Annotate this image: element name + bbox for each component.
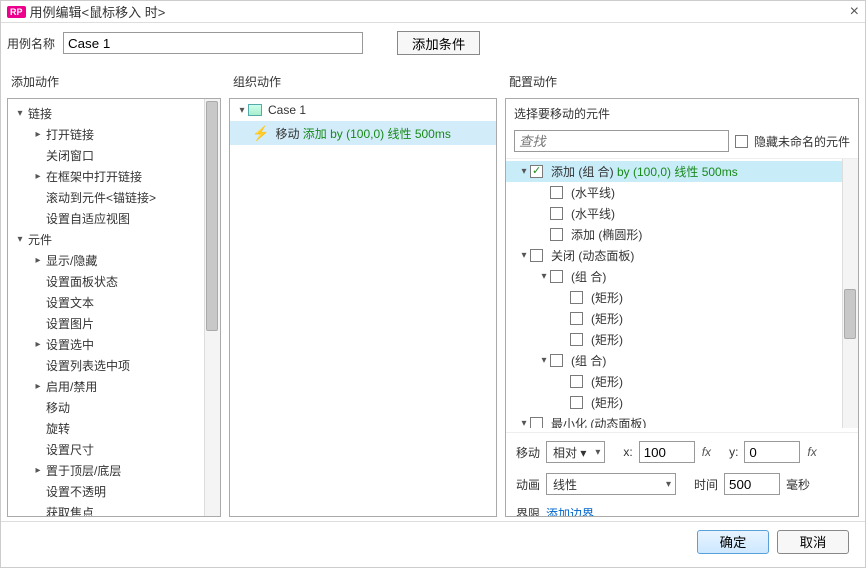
- item-checkbox[interactable]: [570, 291, 583, 304]
- item-checkbox[interactable]: [550, 270, 563, 283]
- x-input[interactable]: [639, 441, 695, 463]
- hide-unnamed-label: 隐藏未命名的元件: [754, 133, 850, 150]
- item-checkbox[interactable]: [530, 417, 543, 428]
- item-checkbox[interactable]: [550, 228, 563, 241]
- item-checkbox[interactable]: [550, 207, 563, 220]
- tree-item[interactable]: 打开链接: [8, 124, 220, 145]
- tree-item[interactable]: 启用/禁用: [8, 376, 220, 397]
- cfg-subhead: 选择要移动的元件: [506, 99, 858, 128]
- scrollbar[interactable]: [842, 159, 858, 428]
- cfg-tree-item[interactable]: (矩形): [506, 329, 858, 350]
- case-label: Case 1: [268, 103, 306, 117]
- cfg-tree-item[interactable]: (矩形): [506, 392, 858, 413]
- item-checkbox[interactable]: [550, 186, 563, 199]
- y-label: y:: [729, 445, 738, 459]
- cfg-tree-item[interactable]: (矩形): [506, 308, 858, 329]
- item-checkbox[interactable]: [570, 312, 583, 325]
- move-mode-select[interactable]: 相对 ▾: [546, 441, 605, 463]
- scrollbar[interactable]: [204, 99, 220, 516]
- cfg-tree-item[interactable]: (组 合): [506, 266, 858, 287]
- y-input[interactable]: [744, 441, 800, 463]
- search-input[interactable]: [514, 130, 729, 152]
- item-checkbox[interactable]: [530, 165, 543, 178]
- action-row[interactable]: ⚡ 移动 添加 by (100,0) 线性 500ms: [230, 121, 496, 145]
- tree-item[interactable]: 滚动到元件<锚链接>: [8, 187, 220, 208]
- ok-button[interactable]: 确定: [697, 530, 769, 554]
- org-panel: Case 1 ⚡ 移动 添加 by (100,0) 线性 500ms: [229, 98, 497, 517]
- tree-item[interactable]: 设置不透明: [8, 481, 220, 502]
- item-checkbox[interactable]: [550, 354, 563, 367]
- tree-item[interactable]: 设置列表选中项: [8, 355, 220, 376]
- bolt-icon: ⚡: [252, 125, 269, 142]
- cfg-tree-item[interactable]: (水平线): [506, 203, 858, 224]
- time-label: 时间: [694, 476, 718, 493]
- tree-item[interactable]: 设置尺寸: [8, 439, 220, 460]
- add-bounds-link[interactable]: 添加边界: [546, 505, 594, 517]
- tree-item[interactable]: 在框架中打开链接: [8, 166, 220, 187]
- time-input[interactable]: [724, 473, 780, 495]
- tree-item[interactable]: 关闭窗口: [8, 145, 220, 166]
- anim-mode-select[interactable]: 线性: [546, 473, 676, 495]
- bounds-label: 界限: [516, 505, 540, 517]
- cfg-tree-item[interactable]: (矩形): [506, 287, 858, 308]
- move-label: 移动: [516, 444, 540, 461]
- tree-item[interactable]: 元件: [8, 229, 220, 250]
- tree-item[interactable]: 移动: [8, 397, 220, 418]
- case-name-input[interactable]: [63, 32, 363, 54]
- action-name: 移动: [275, 125, 299, 142]
- tree-item[interactable]: 置于顶层/底层: [8, 460, 220, 481]
- cancel-button[interactable]: 取消: [777, 530, 849, 554]
- case-name-label: 用例名称: [7, 35, 55, 52]
- cfg-tree-item[interactable]: (矩形): [506, 371, 858, 392]
- item-checkbox[interactable]: [570, 396, 583, 409]
- case-row[interactable]: Case 1: [230, 99, 496, 121]
- col-head-org: 组织动作: [229, 67, 497, 98]
- cfg-tree-item[interactable]: 添加 (组 合) by (100,0) 线性 500ms: [506, 161, 858, 182]
- time-unit-label: 毫秒: [786, 476, 810, 493]
- cfg-tree-item[interactable]: (组 合): [506, 350, 858, 371]
- fx-x-icon[interactable]: fx: [702, 445, 711, 459]
- item-checkbox[interactable]: [570, 333, 583, 346]
- tree-item[interactable]: 设置面板状态: [8, 271, 220, 292]
- cfg-tree-item[interactable]: 关闭 (动态面板): [506, 245, 858, 266]
- cfg-tree-item[interactable]: 最小化 (动态面板): [506, 413, 858, 428]
- cfg-tree-item[interactable]: 添加 (椭圆形): [506, 224, 858, 245]
- tree-item[interactable]: 设置自适应视图: [8, 208, 220, 229]
- cfg-panel: 选择要移动的元件 隐藏未命名的元件 添加 (组 合) by (100,0) 线性…: [505, 98, 859, 517]
- item-checkbox[interactable]: [570, 375, 583, 388]
- tree-item[interactable]: 设置图片: [8, 313, 220, 334]
- close-icon[interactable]: ×: [850, 3, 859, 21]
- hide-unnamed-checkbox[interactable]: [735, 135, 748, 148]
- add-actions-panel: 链接打开链接关闭窗口在框架中打开链接滚动到元件<锚链接>设置自适应视图元件显示/…: [7, 98, 221, 517]
- add-condition-button[interactable]: 添加条件: [397, 31, 480, 55]
- app-icon: RP: [7, 6, 26, 18]
- window-title: 用例编辑<鼠标移入 时>: [30, 2, 166, 21]
- tree-item[interactable]: 显示/隐藏: [8, 250, 220, 271]
- action-detail: 添加 by (100,0) 线性 500ms: [303, 125, 451, 142]
- tree-item[interactable]: 旋转: [8, 418, 220, 439]
- cfg-tree-item[interactable]: (水平线): [506, 182, 858, 203]
- col-head-cfg: 配置动作: [505, 67, 859, 98]
- x-label: x:: [623, 445, 632, 459]
- fx-y-icon[interactable]: fx: [807, 445, 816, 459]
- anim-label: 动画: [516, 476, 540, 493]
- tree-item[interactable]: 链接: [8, 103, 220, 124]
- case-icon: [248, 104, 262, 116]
- col-head-add: 添加动作: [7, 67, 221, 98]
- tree-item[interactable]: 设置选中: [8, 334, 220, 355]
- item-checkbox[interactable]: [530, 249, 543, 262]
- tree-item[interactable]: 设置文本: [8, 292, 220, 313]
- tree-item[interactable]: 获取焦点: [8, 502, 220, 517]
